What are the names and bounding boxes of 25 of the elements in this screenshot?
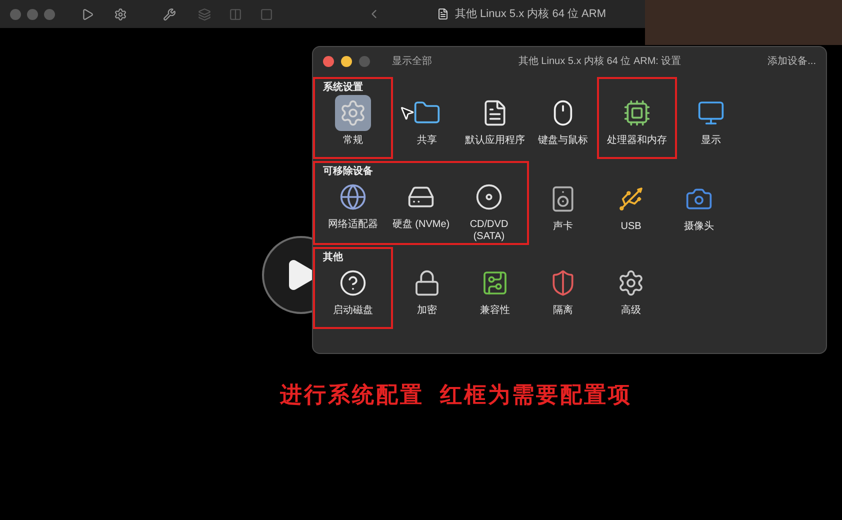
- preference-item[interactable]: 默认应用程序: [461, 95, 529, 157]
- preference-item[interactable]: 高级: [597, 265, 665, 327]
- preference-item[interactable]: 共享: [393, 95, 461, 157]
- preference-item[interactable]: 显示: [677, 95, 745, 157]
- preference-item[interactable]: 键盘与鼠标: [529, 95, 597, 157]
- preference-item[interactable]: 处理器和内存: [603, 95, 671, 157]
- show-all-button[interactable]: 显示全部: [392, 54, 432, 68]
- preference-item[interactable]: 硬盘 (NVMe): [387, 179, 455, 243]
- preference-item[interactable]: 常规: [319, 95, 387, 157]
- section-title: 系统设置: [322, 81, 364, 95]
- window-title: 其他 Linux 5.x 内核 64 位 ARM: [455, 6, 606, 22]
- preference-item[interactable]: 摄像头: [665, 181, 733, 243]
- section-title: 其他: [322, 251, 344, 265]
- caption-text: 进行系统配置 红框为需要配置项: [280, 381, 632, 409]
- preference-item[interactable]: 兼容性: [461, 265, 529, 327]
- section-title: 可移除设备: [322, 165, 374, 179]
- add-device-button[interactable]: 添加设备...: [768, 54, 816, 68]
- preference-item[interactable]: USB: [597, 181, 665, 243]
- preference-item[interactable]: 声卡: [529, 181, 597, 243]
- preference-item[interactable]: 隔离: [529, 265, 597, 327]
- dialog-title: 其他 Linux 5.x 内核 64 位 ARM: 设置: [517, 54, 682, 68]
- preference-item[interactable]: CD/DVD (SATA): [455, 179, 523, 243]
- preference-item[interactable]: 启动磁盘: [319, 265, 387, 327]
- preference-item[interactable]: 网络适配器: [319, 179, 387, 243]
- preference-item[interactable]: 加密: [393, 265, 461, 327]
